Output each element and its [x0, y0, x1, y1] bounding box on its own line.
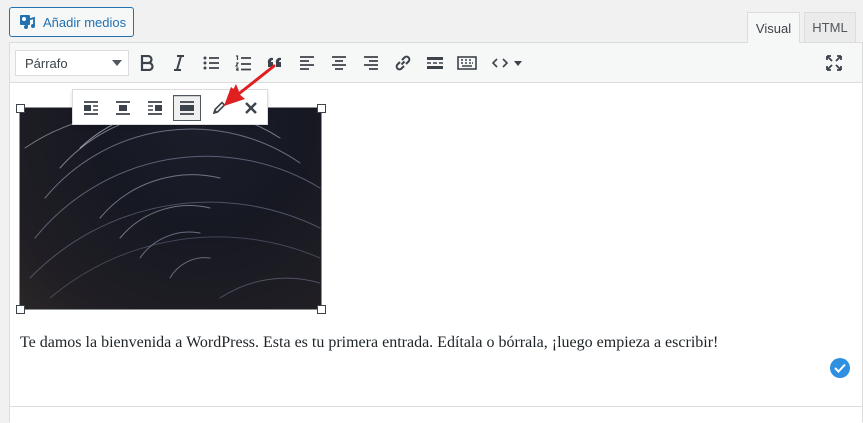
- tab-visual-label: Visual: [755, 20, 792, 36]
- editor-content[interactable]: Te damos la bienvenida a WordPress. Esta…: [10, 84, 862, 406]
- editor-statusbar: [10, 406, 862, 423]
- fullscreen-icon: [826, 55, 842, 71]
- bulleted-list-button[interactable]: [198, 51, 224, 75]
- link-icon: [395, 55, 411, 71]
- remove-image-button[interactable]: [237, 95, 265, 121]
- align-left-icon: [300, 56, 314, 70]
- bold-button[interactable]: [134, 51, 160, 75]
- close-icon: [245, 102, 257, 114]
- bulleted-list-icon: [203, 56, 219, 70]
- image-align-center-icon: [116, 101, 130, 115]
- editor-toolbar: Párrafo: [10, 43, 862, 83]
- post-paragraph[interactable]: Te damos la bienvenida a WordPress. Esta…: [20, 334, 718, 352]
- tab-visual[interactable]: Visual: [747, 12, 800, 43]
- align-center-button[interactable]: [326, 51, 352, 75]
- caret-down-icon: [112, 60, 122, 66]
- insert-link-button[interactable]: [390, 51, 416, 75]
- numbered-list-button[interactable]: [230, 51, 256, 75]
- toolbar-toggle-button[interactable]: [454, 51, 480, 75]
- code-icon: [492, 58, 522, 68]
- fullscreen-button[interactable]: [821, 51, 847, 75]
- resize-handle-top-left[interactable]: [16, 104, 25, 113]
- media-icon: [19, 13, 37, 31]
- edit-image-button[interactable]: [205, 95, 233, 121]
- blockquote-button[interactable]: [262, 51, 288, 75]
- checkmark-icon: [834, 363, 846, 373]
- resize-handle-top-right[interactable]: [317, 104, 326, 113]
- add-media-label: Añadir medios: [43, 14, 127, 30]
- italic-icon: [174, 55, 184, 71]
- image-align-right-icon: [148, 101, 162, 115]
- add-media-button[interactable]: Añadir medios: [9, 7, 134, 37]
- format-select[interactable]: Párrafo: [15, 50, 129, 76]
- numbered-list-icon: [235, 55, 251, 71]
- resize-handle-bottom-left[interactable]: [16, 305, 25, 314]
- no-align-image-button[interactable]: [173, 95, 201, 121]
- read-more-icon: [427, 57, 443, 69]
- blockquote-icon: [267, 57, 281, 67]
- align-right-button[interactable]: [358, 51, 384, 75]
- keyboard-icon: [457, 56, 477, 70]
- bold-icon: [140, 55, 154, 71]
- tab-html-label: HTML: [812, 20, 848, 35]
- format-select-value: Párrafo: [25, 55, 68, 71]
- align-center-image-button[interactable]: [109, 95, 137, 121]
- editor: Párrafo Te damos la bienvenida a WordPre…: [9, 42, 863, 423]
- align-right-image-button[interactable]: [141, 95, 169, 121]
- image-no-align-icon: [180, 101, 194, 115]
- resize-handle-bottom-right[interactable]: [317, 305, 326, 314]
- tab-html[interactable]: HTML: [804, 12, 856, 42]
- read-more-button[interactable]: [422, 51, 448, 75]
- image-align-left-icon: [84, 101, 98, 115]
- italic-button[interactable]: [166, 51, 192, 75]
- align-left-button[interactable]: [294, 51, 320, 75]
- align-center-icon: [332, 56, 346, 70]
- star-trails-image: [24, 108, 321, 299]
- inserted-image[interactable]: [19, 107, 322, 310]
- image-toolbar: [72, 89, 268, 125]
- align-right-icon: [364, 56, 378, 70]
- code-button[interactable]: [488, 51, 528, 75]
- align-left-image-button[interactable]: [77, 95, 105, 121]
- spellcheck-badge[interactable]: [830, 358, 850, 378]
- pencil-icon: [212, 101, 226, 115]
